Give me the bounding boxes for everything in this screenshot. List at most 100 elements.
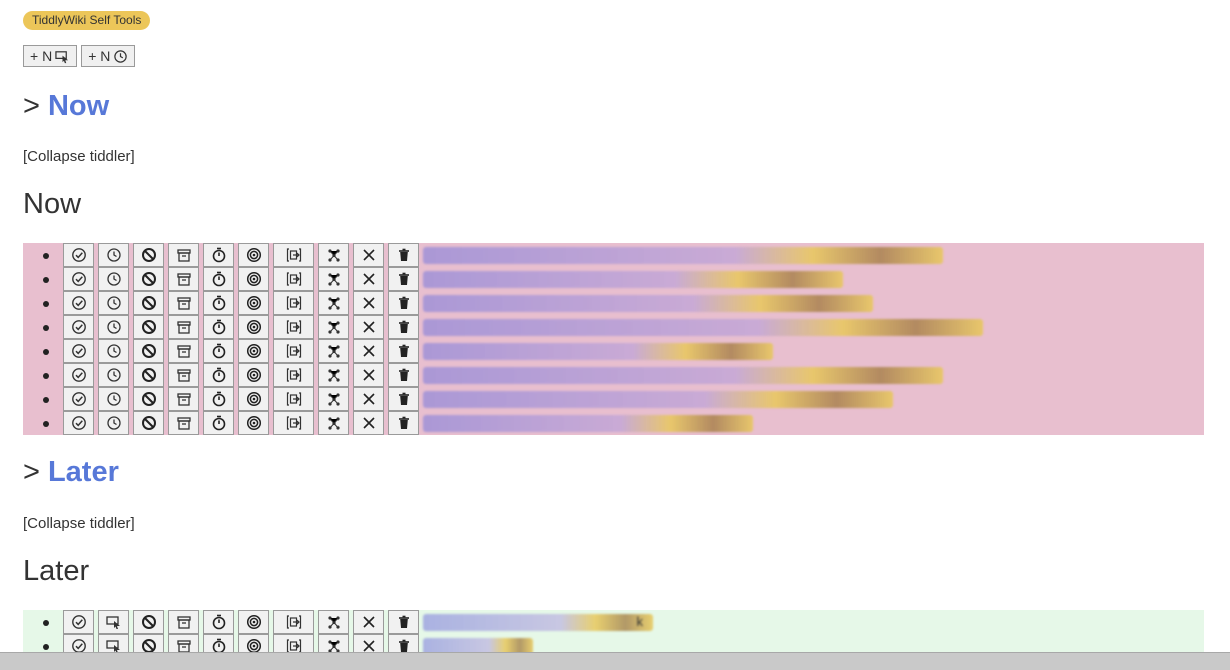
archive-button[interactable] bbox=[168, 610, 199, 634]
done-button[interactable] bbox=[63, 387, 94, 411]
done-button[interactable] bbox=[63, 243, 94, 267]
history-button[interactable] bbox=[98, 411, 129, 435]
timer-button[interactable] bbox=[203, 411, 234, 435]
done-button[interactable] bbox=[63, 610, 94, 634]
collapse-tiddler-now[interactable]: [Collapse tiddler] bbox=[23, 148, 135, 165]
target-button[interactable] bbox=[238, 387, 269, 411]
history-button[interactable] bbox=[98, 315, 129, 339]
timer-button[interactable] bbox=[203, 363, 234, 387]
export-button[interactable] bbox=[273, 243, 314, 267]
done-button[interactable] bbox=[63, 411, 94, 435]
done-button[interactable] bbox=[63, 291, 94, 315]
history-button[interactable] bbox=[98, 267, 129, 291]
export-button[interactable] bbox=[273, 363, 314, 387]
target-button[interactable] bbox=[238, 610, 269, 634]
history-button[interactable] bbox=[98, 339, 129, 363]
block-button[interactable] bbox=[133, 363, 164, 387]
trash-button[interactable] bbox=[388, 411, 419, 435]
history-button[interactable] bbox=[98, 243, 129, 267]
link-graph-button[interactable] bbox=[318, 610, 349, 634]
timer-button[interactable] bbox=[203, 267, 234, 291]
archive-button[interactable] bbox=[168, 387, 199, 411]
export-button[interactable] bbox=[273, 291, 314, 315]
block-button[interactable] bbox=[133, 339, 164, 363]
timer-button[interactable] bbox=[203, 315, 234, 339]
target-button[interactable] bbox=[238, 411, 269, 435]
close-button[interactable] bbox=[353, 315, 384, 339]
done-button[interactable] bbox=[63, 363, 94, 387]
target-button[interactable] bbox=[238, 339, 269, 363]
redacted-item-text[interactable] bbox=[423, 319, 983, 336]
history-button[interactable] bbox=[98, 363, 129, 387]
redacted-item-text[interactable] bbox=[423, 271, 843, 288]
close-button[interactable] bbox=[353, 243, 384, 267]
link-graph-button[interactable] bbox=[318, 339, 349, 363]
block-button[interactable] bbox=[133, 267, 164, 291]
redacted-item-text[interactable] bbox=[423, 367, 943, 384]
export-button[interactable] bbox=[273, 315, 314, 339]
redacted-item-text[interactable] bbox=[423, 343, 773, 360]
timer-button[interactable] bbox=[203, 610, 234, 634]
target-button[interactable] bbox=[238, 363, 269, 387]
new-now-button[interactable]: + N bbox=[23, 45, 78, 67]
trash-button[interactable] bbox=[388, 315, 419, 339]
archive-button[interactable] bbox=[168, 267, 199, 291]
done-button[interactable] bbox=[63, 267, 94, 291]
target-button[interactable] bbox=[238, 243, 269, 267]
target-button[interactable] bbox=[238, 291, 269, 315]
close-button[interactable] bbox=[353, 363, 384, 387]
trash-button[interactable] bbox=[388, 291, 419, 315]
link-graph-button[interactable] bbox=[318, 291, 349, 315]
tag-pill[interactable]: TiddlyWiki Self Tools bbox=[23, 11, 151, 30]
link-graph-button[interactable] bbox=[318, 243, 349, 267]
export-button[interactable] bbox=[273, 610, 314, 634]
later-heading-link[interactable]: > Later bbox=[23, 456, 119, 489]
timer-button[interactable] bbox=[203, 387, 234, 411]
trash-button[interactable] bbox=[388, 610, 419, 634]
link-graph-button[interactable] bbox=[318, 363, 349, 387]
trash-button[interactable] bbox=[388, 387, 419, 411]
target-button[interactable] bbox=[238, 267, 269, 291]
cursor-tab-button[interactable] bbox=[98, 610, 129, 634]
link-graph-button[interactable] bbox=[318, 411, 349, 435]
export-button[interactable] bbox=[273, 411, 314, 435]
now-link[interactable]: Now bbox=[48, 90, 109, 122]
close-button[interactable] bbox=[353, 411, 384, 435]
link-graph-button[interactable] bbox=[318, 387, 349, 411]
link-graph-button[interactable] bbox=[318, 267, 349, 291]
block-button[interactable] bbox=[133, 610, 164, 634]
block-button[interactable] bbox=[133, 387, 164, 411]
redacted-item-text[interactable] bbox=[423, 415, 753, 432]
history-button[interactable] bbox=[98, 387, 129, 411]
trash-button[interactable] bbox=[388, 363, 419, 387]
later-link[interactable]: Later bbox=[48, 456, 119, 488]
archive-button[interactable] bbox=[168, 291, 199, 315]
export-button[interactable] bbox=[273, 387, 314, 411]
block-button[interactable] bbox=[133, 411, 164, 435]
archive-button[interactable] bbox=[168, 411, 199, 435]
done-button[interactable] bbox=[63, 315, 94, 339]
link-graph-button[interactable] bbox=[318, 315, 349, 339]
timer-button[interactable] bbox=[203, 339, 234, 363]
history-button[interactable] bbox=[98, 291, 129, 315]
redacted-item-text[interactable] bbox=[423, 295, 873, 312]
export-button[interactable] bbox=[273, 339, 314, 363]
collapse-tiddler-later[interactable]: [Collapse tiddler] bbox=[23, 515, 135, 532]
timer-button[interactable] bbox=[203, 291, 234, 315]
trash-button[interactable] bbox=[388, 243, 419, 267]
block-button[interactable] bbox=[133, 291, 164, 315]
done-button[interactable] bbox=[63, 339, 94, 363]
export-button[interactable] bbox=[273, 267, 314, 291]
trash-button[interactable] bbox=[388, 267, 419, 291]
close-button[interactable] bbox=[353, 387, 384, 411]
block-button[interactable] bbox=[133, 315, 164, 339]
redacted-item-text[interactable] bbox=[423, 247, 943, 264]
archive-button[interactable] bbox=[168, 315, 199, 339]
close-button[interactable] bbox=[353, 267, 384, 291]
block-button[interactable] bbox=[133, 243, 164, 267]
timer-button[interactable] bbox=[203, 243, 234, 267]
close-button[interactable] bbox=[353, 291, 384, 315]
archive-button[interactable] bbox=[168, 363, 199, 387]
close-button[interactable] bbox=[353, 610, 384, 634]
trash-button[interactable] bbox=[388, 339, 419, 363]
